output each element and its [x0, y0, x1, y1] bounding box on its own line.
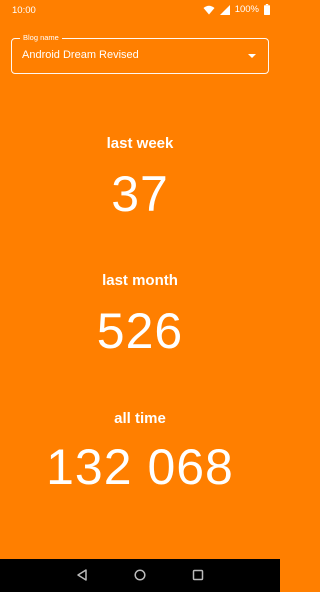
signal-icon	[219, 4, 230, 15]
navigation-bar	[0, 559, 280, 592]
status-bar: 10:00 100%	[0, 0, 280, 22]
stat-value-all-time: 132 068	[46, 439, 234, 495]
chevron-down-icon	[248, 54, 256, 58]
blog-name-dropdown[interactable]: Blog name Android Dream Revised	[11, 33, 269, 74]
blog-name-label: Blog name	[20, 33, 62, 43]
stat-label-all-time: all time	[114, 410, 166, 427]
status-time: 10:00	[12, 5, 36, 16]
battery-percent: 100%	[234, 4, 259, 15]
wifi-icon	[203, 5, 215, 14]
screen: 10:00 100% Blog name Android Dream Revis…	[0, 0, 280, 592]
home-icon[interactable]	[133, 568, 147, 582]
stat-label-last-month: last month	[102, 272, 178, 289]
battery-icon	[264, 4, 270, 15]
stat-label-last-week: last week	[106, 135, 174, 152]
recents-icon[interactable]	[191, 568, 205, 582]
blog-name-value: Android Dream Revised	[22, 49, 139, 61]
stat-value-last-month: 526	[96, 303, 184, 359]
status-icons: 100%	[203, 4, 270, 15]
stat-value-last-week: 37	[111, 166, 169, 222]
back-icon[interactable]	[75, 568, 89, 582]
